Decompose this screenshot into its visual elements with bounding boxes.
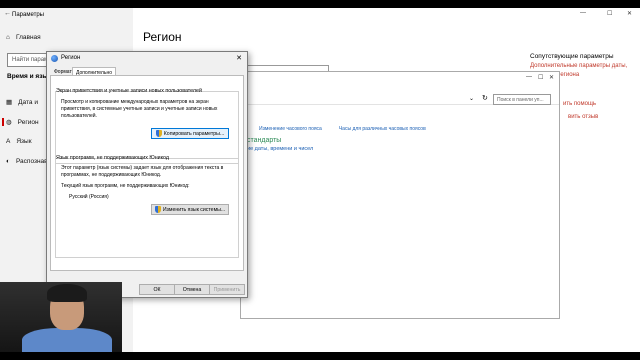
current-language-value: Русский (Россия) <box>69 194 109 200</box>
group-text-line: Этот параметр (язык системы) задает язык… <box>61 165 224 171</box>
sidebar-item-home[interactable]: ⌂ Главная <box>6 34 41 41</box>
language-icon: A <box>6 138 11 145</box>
home-icon: ⌂ <box>6 34 10 41</box>
sidebar-item-date[interactable]: ▦ Дата и <box>6 98 38 107</box>
tab-panel: Экран приветствия и учетные записи новых… <box>50 75 244 271</box>
cp-search-placeholder: Поиск в панели уп... <box>497 97 544 103</box>
webcam-person-hair <box>47 284 87 302</box>
page-title: Регион <box>143 30 182 44</box>
feedback-link[interactable]: вить отзыв <box>568 114 598 120</box>
refresh-icon[interactable]: ↻ <box>482 94 488 102</box>
dialog-close-icon[interactable]: ✕ <box>236 54 242 62</box>
cancel-button[interactable]: Отмена <box>174 284 210 295</box>
region-dialog: Регион ✕ Форматы Дополнительно Экран при… <box>46 51 248 298</box>
additional-settings-link[interactable]: Дополнительные параметры даты, <box>530 63 627 69</box>
maximize-icon[interactable]: ☐ <box>607 10 612 17</box>
sidebar-item-label: Дата и <box>18 98 38 106</box>
button-label: Копировать параметры... <box>163 130 225 137</box>
dropdown-icon[interactable]: ⌄ <box>469 95 474 102</box>
current-language-label: Текущий язык программ, не поддерживающих… <box>61 183 190 189</box>
close-icon[interactable]: ✕ <box>627 10 632 17</box>
related-settings-heading: Сопутствующие параметры <box>530 53 614 60</box>
additional-settings-link-2[interactable]: региона <box>557 72 579 78</box>
get-help-link[interactable]: ить помощь <box>563 101 596 107</box>
minimize-icon[interactable]: — <box>580 10 586 16</box>
back-arrow-icon[interactable]: ← <box>4 10 11 17</box>
globe-icon <box>51 55 58 62</box>
apply-button[interactable]: Применить <box>209 284 245 295</box>
globe-icon: ◍ <box>6 119 12 126</box>
button-label: Изменить язык системы... <box>162 206 226 213</box>
cp-maximize-icon[interactable]: ☐ <box>538 74 543 81</box>
cp-section-heading[interactable]: стандарты <box>247 137 281 144</box>
cp-links: Изменение часового пояса Часы для различ… <box>259 126 426 132</box>
control-panel-window: — ☐ ✕ ⌄ ↻ Поиск в панели уп... Изменение… <box>240 71 560 319</box>
sidebar-item-label: Распознав <box>15 158 48 165</box>
cp-sub-link[interactable]: ие даты, времени и чисел <box>247 146 313 152</box>
shield-icon <box>154 206 161 213</box>
sidebar-item-label: Регион <box>17 118 39 126</box>
group-text-line: Просмотр и копирование международных пар… <box>61 99 209 105</box>
change-system-locale-button[interactable]: Изменить язык системы... <box>151 204 229 215</box>
group-text-line: приветствия, в системные учетные записи … <box>61 106 218 112</box>
sidebar-item-language[interactable]: A Язык <box>6 138 32 145</box>
section-label: Время и язык <box>7 73 52 80</box>
cp-minimize-icon[interactable]: — <box>526 74 532 80</box>
webcam-person-shirt <box>22 328 112 352</box>
group-title: Экран приветствия и учетные записи новых… <box>56 88 202 94</box>
sidebar-item-label: Главная <box>15 34 41 41</box>
copy-settings-button[interactable]: Копировать параметры... <box>151 128 229 139</box>
shield-icon <box>155 130 162 137</box>
calendar-icon: ▦ <box>6 99 13 106</box>
group-text-line: программах, не поддерживающих Юникод. <box>61 172 162 178</box>
sidebar-item-region[interactable]: ◍ Регион <box>2 118 39 126</box>
ok-button[interactable]: ОК <box>139 284 175 295</box>
dialog-title: Регион <box>61 55 81 61</box>
microphone-icon: ◐ <box>6 158 10 165</box>
group-title: Язык программ, не поддерживающих Юникод <box>56 155 169 161</box>
multi-clock-link[interactable]: Часы для различных часовых поясов <box>339 126 426 132</box>
sidebar-item-label: Язык <box>16 138 32 145</box>
screen: ← Параметры ⌂ Главная Найти парамет ⚲ Вр… <box>0 8 640 352</box>
sidebar-item-speech[interactable]: ◐ Распознав <box>6 158 48 165</box>
change-timezone-link[interactable]: Изменение часового пояса <box>259 126 322 132</box>
cp-close-icon[interactable]: ✕ <box>549 74 554 81</box>
group-text-line: пользователей. <box>61 113 97 119</box>
cp-search-input[interactable]: Поиск в панели уп... <box>493 94 551 105</box>
webcam-overlay <box>0 282 122 352</box>
settings-window-title: Параметры <box>12 12 44 18</box>
